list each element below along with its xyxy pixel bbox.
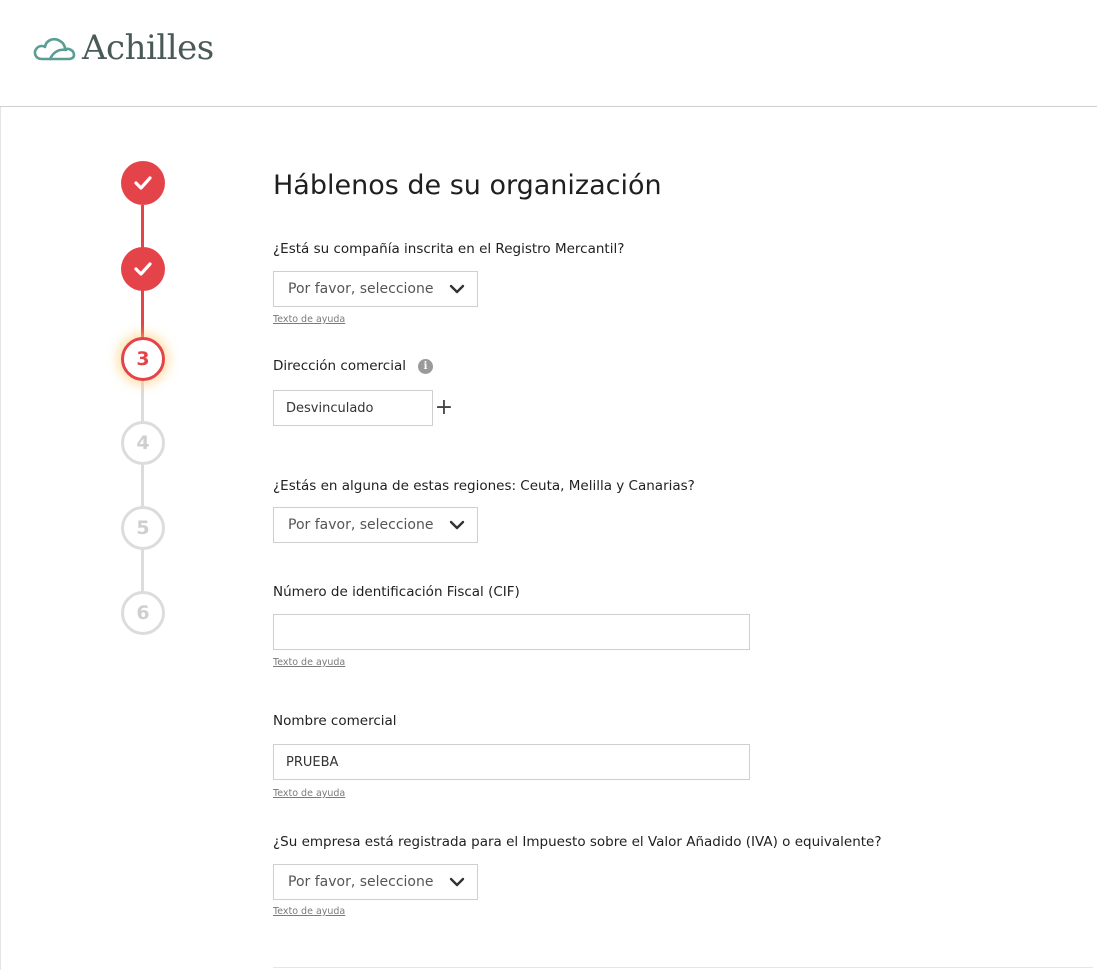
- select-value: Por favor, seleccione: [288, 281, 434, 297]
- step-2-complete[interactable]: [121, 247, 165, 291]
- header: Achilles: [0, 0, 1097, 107]
- info-icon[interactable]: i: [418, 358, 433, 374]
- cloud-icon: [33, 37, 76, 61]
- help-link[interactable]: Texto de ayuda: [273, 906, 345, 917]
- regiones-select[interactable]: Por favor, seleccione: [273, 507, 478, 543]
- step-number: 3: [136, 348, 150, 370]
- iva-label: ¿Su empresa está registrada para el Impu…: [273, 834, 882, 850]
- step-6[interactable]: 6: [121, 591, 165, 635]
- check-icon: [134, 176, 152, 190]
- step-4[interactable]: 4: [121, 421, 165, 465]
- step-connector: [141, 377, 144, 422]
- page-title: Háblenos de su organización: [273, 170, 662, 201]
- cif-label: Número de identificación Fiscal (CIF): [273, 584, 520, 600]
- registro-mercantil-select[interactable]: Por favor, seleccione: [273, 271, 478, 307]
- iva-select[interactable]: Por favor, seleccione: [273, 864, 478, 900]
- chevron-down-icon: [449, 877, 465, 887]
- step-connector: [141, 462, 144, 507]
- direccion-comercial-text: Dirección comercial: [273, 358, 406, 374]
- brand-logo[interactable]: Achilles: [32, 26, 214, 70]
- select-value: Por favor, seleccione: [288, 517, 434, 533]
- cif-field[interactable]: [273, 614, 750, 650]
- plus-icon[interactable]: +: [434, 396, 454, 420]
- direccion-comercial-label: Dirección comercial i: [273, 358, 433, 374]
- step-connector: [141, 547, 144, 592]
- step-3-current[interactable]: 3: [121, 337, 165, 381]
- direccion-comercial-field[interactable]: [273, 390, 433, 426]
- help-link[interactable]: Texto de ayuda: [273, 657, 345, 668]
- step-number: 4: [136, 432, 150, 454]
- help-link[interactable]: Texto de ayuda: [273, 314, 345, 325]
- nombre-comercial-label: Nombre comercial: [273, 713, 397, 729]
- registro-mercantil-label: ¿Está su compañía inscrita en el Registr…: [273, 241, 625, 257]
- help-link[interactable]: Texto de ayuda: [273, 788, 345, 799]
- step-connector: [141, 290, 144, 340]
- check-icon: [134, 262, 152, 276]
- brand-name: Achilles: [82, 28, 214, 68]
- select-value: Por favor, seleccione: [288, 874, 434, 890]
- regiones-label: ¿Estás en alguna de estas regiones: Ceut…: [273, 478, 695, 494]
- nombre-comercial-field[interactable]: [273, 744, 750, 780]
- chevron-down-icon: [449, 520, 465, 530]
- step-number: 5: [136, 517, 150, 539]
- chevron-down-icon: [449, 284, 465, 294]
- step-number: 6: [136, 602, 150, 624]
- step-1-complete[interactable]: [121, 161, 165, 205]
- step-5[interactable]: 5: [121, 506, 165, 550]
- divider: [273, 967, 1093, 968]
